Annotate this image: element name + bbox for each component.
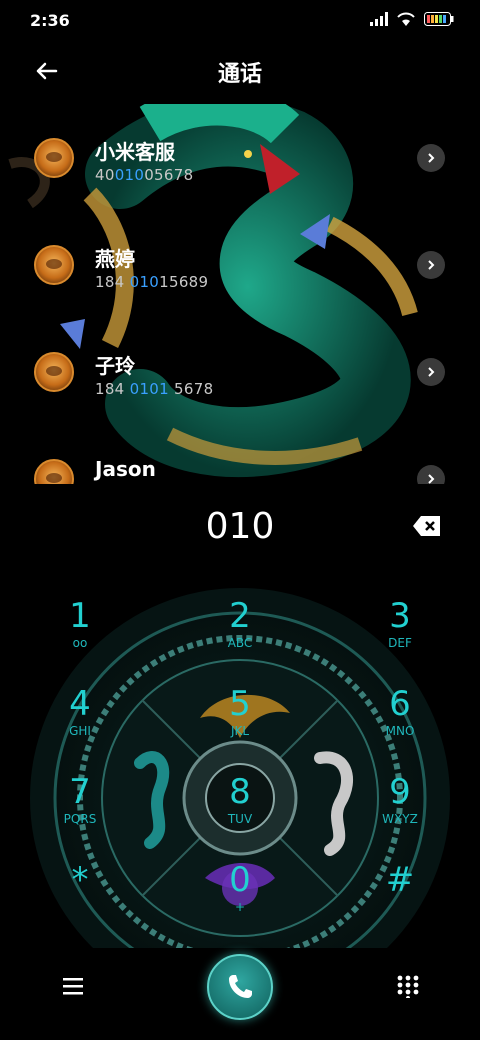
dialed-number: 010	[205, 506, 275, 547]
contact-item[interactable]: 小米客服 4001005678	[0, 124, 480, 214]
contact-number: 184 0101 5678	[95, 380, 214, 398]
contact-item[interactable]: 子玲 184 0101 5678	[0, 338, 480, 428]
chevron-right-icon	[428, 260, 435, 270]
key-digit: 9	[389, 772, 411, 812]
key-digit: 8	[229, 772, 251, 812]
key-2[interactable]: 2 ABC	[190, 596, 290, 676]
contact-name: Jason	[95, 457, 156, 481]
dial-pad: 1 ᴏᴏ 2 ABC 3 DEF 4 GHI 5 JKL 6 MNO 7 PQR…	[0, 588, 480, 948]
key-letters: PQRS	[63, 812, 97, 826]
key-9[interactable]: 9 WXYZ	[350, 772, 450, 852]
key-letters: MNO	[385, 724, 415, 738]
contact-item[interactable]: 燕婷 184 01015689	[0, 231, 480, 321]
key-digit: *	[71, 860, 89, 900]
status-time: 2:36	[30, 11, 70, 30]
page-title: 通话	[217, 62, 262, 87]
key-5[interactable]: 5 JKL	[190, 684, 290, 764]
key-star[interactable]: *	[30, 860, 130, 940]
key-letters: JKL	[230, 724, 250, 738]
chevron-right-icon	[428, 153, 435, 163]
key-6[interactable]: 6 MNO	[350, 684, 450, 764]
key-letters: DEF	[388, 636, 412, 650]
header: 通话	[0, 42, 480, 102]
key-1[interactable]: 1 ᴏᴏ	[30, 596, 130, 676]
key-letters: TUV	[227, 812, 253, 826]
contact-detail-button[interactable]	[417, 358, 445, 386]
key-digit: 4	[69, 684, 91, 724]
key-digit: 3	[389, 596, 411, 636]
key-letters: WXYZ	[382, 812, 418, 826]
avatar	[34, 459, 74, 484]
contact-item[interactable]: Jason	[0, 445, 480, 484]
key-4[interactable]: 4 GHI	[30, 684, 130, 764]
menu-icon[interactable]	[62, 976, 84, 996]
key-letters: ᴏᴏ	[72, 636, 88, 650]
status-bar: 2:36	[0, 0, 480, 42]
key-digit: 0	[229, 860, 251, 900]
contact-name: 小米客服	[95, 140, 175, 164]
contact-name: 燕婷	[95, 247, 135, 271]
key-letters: GHI	[69, 724, 91, 738]
key-7[interactable]: 7 PQRS	[30, 772, 130, 852]
chevron-right-icon	[428, 474, 435, 484]
key-letters: ABC	[227, 636, 253, 650]
contact-detail-button[interactable]	[417, 251, 445, 279]
avatar	[34, 245, 74, 285]
key-digit: 5	[229, 684, 251, 724]
key-3[interactable]: 3 DEF	[350, 596, 450, 676]
signal-icon	[370, 12, 388, 26]
status-icons	[370, 12, 454, 26]
key-8[interactable]: 8 TUV	[190, 772, 290, 852]
chevron-right-icon	[428, 367, 435, 377]
phone-icon	[229, 975, 252, 998]
key-digit: 6	[389, 684, 411, 724]
key-digit: 7	[69, 772, 91, 812]
contact-number: 184 01015689	[95, 273, 209, 291]
contact-name: 子玲	[95, 354, 135, 378]
dialpad-toggle-icon[interactable]	[396, 974, 420, 998]
contact-list[interactable]: 小米客服 4001005678 燕婷 184 01015689 子玲 184 0…	[0, 104, 480, 484]
key-digit: #	[385, 860, 415, 900]
contact-number: 4001005678	[95, 166, 194, 184]
call-button[interactable]	[207, 954, 273, 1020]
key-digit: 1	[69, 596, 91, 636]
key-hash[interactable]: #	[350, 860, 450, 940]
bottom-bar	[0, 952, 480, 1040]
contact-detail-button[interactable]	[417, 465, 445, 484]
key-digit: 2	[229, 596, 251, 636]
key-0[interactable]: 0 +	[190, 860, 290, 940]
key-letters: +	[234, 900, 246, 914]
backspace-icon[interactable]	[412, 514, 442, 538]
contact-detail-button[interactable]	[417, 144, 445, 172]
battery-icon	[424, 12, 454, 26]
wifi-icon	[397, 12, 415, 26]
avatar	[34, 138, 74, 178]
avatar	[34, 352, 74, 392]
